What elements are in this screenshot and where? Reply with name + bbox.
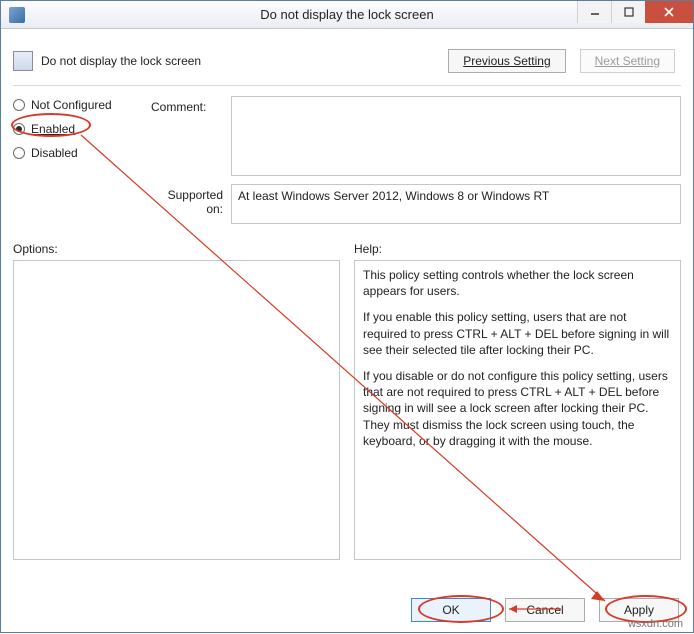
next-setting-label: Next Setting bbox=[595, 54, 660, 68]
help-panel: This policy setting controls whether the… bbox=[354, 260, 681, 560]
policy-icon bbox=[13, 51, 33, 71]
minimize-button[interactable] bbox=[577, 1, 611, 23]
previous-setting-label: Previous Setting bbox=[463, 54, 550, 68]
close-icon bbox=[663, 6, 675, 18]
titlebar: Do not display the lock screen bbox=[1, 1, 693, 29]
window-icon bbox=[9, 7, 25, 23]
comment-field[interactable] bbox=[231, 96, 681, 176]
divider bbox=[13, 85, 681, 86]
radio-icon bbox=[13, 147, 25, 159]
source-watermark: wsxdn.com bbox=[628, 618, 683, 630]
previous-setting-button[interactable]: Previous Setting bbox=[448, 49, 565, 73]
radio-icon bbox=[13, 99, 25, 111]
help-label: Help: bbox=[354, 242, 681, 256]
policy-name: Do not display the lock screen bbox=[41, 54, 201, 68]
radio-disabled[interactable]: Disabled bbox=[13, 146, 151, 160]
window-controls bbox=[577, 1, 693, 23]
help-text: If you enable this policy setting, users… bbox=[363, 309, 672, 358]
close-button[interactable] bbox=[645, 1, 693, 23]
ok-button[interactable]: OK bbox=[411, 598, 491, 622]
radio-icon bbox=[13, 123, 25, 135]
radio-label: Disabled bbox=[31, 146, 78, 160]
supported-on-label: Supported on: bbox=[151, 184, 231, 224]
cancel-button[interactable]: Cancel bbox=[505, 598, 585, 622]
radio-enabled[interactable]: Enabled bbox=[13, 122, 151, 136]
options-label: Options: bbox=[13, 242, 340, 256]
comment-label: Comment: bbox=[151, 96, 231, 176]
maximize-icon bbox=[624, 7, 634, 17]
policy-editor-window: Do not display the lock screen Do not di… bbox=[0, 0, 694, 633]
help-text: If you disable or do not configure this … bbox=[363, 368, 672, 449]
radio-not-configured[interactable]: Not Configured bbox=[13, 98, 151, 112]
minimize-icon bbox=[590, 7, 600, 17]
state-radio-group: Not Configured Enabled Disabled bbox=[13, 96, 151, 224]
next-setting-button[interactable]: Next Setting bbox=[580, 49, 675, 73]
options-panel bbox=[13, 260, 340, 560]
radio-label: Enabled bbox=[31, 122, 75, 136]
maximize-button[interactable] bbox=[611, 1, 645, 23]
supported-on-field bbox=[231, 184, 681, 224]
help-text: This policy setting controls whether the… bbox=[363, 267, 672, 299]
radio-label: Not Configured bbox=[31, 98, 112, 112]
